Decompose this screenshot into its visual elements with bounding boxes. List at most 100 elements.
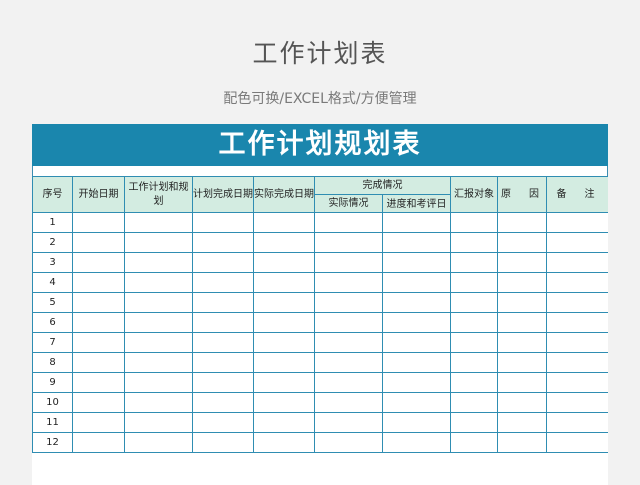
table-cell: [497, 232, 547, 253]
table-cell: [314, 312, 383, 333]
table-cell: [382, 412, 451, 433]
table-cell: [314, 272, 383, 293]
header-progress: 进度和考评日期: [386, 198, 447, 210]
table-cell: [192, 312, 254, 333]
header-plan: 工作计划和规划: [124, 176, 193, 213]
table-cell: [382, 272, 451, 293]
table-cell: [253, 432, 315, 453]
table-cell: [124, 432, 193, 453]
table-cell: [314, 212, 383, 233]
table-cell: [253, 292, 315, 313]
table-cell: [192, 372, 254, 393]
row-number: 2: [32, 232, 73, 253]
table-cell: [546, 292, 608, 313]
table-cell: [192, 392, 254, 413]
spreadsheet-preview: 工作计划规划表 序号 开始日期 工作计划和规划 计划完成日期 实际完成日期 完成…: [32, 124, 608, 485]
table-cell: [497, 252, 547, 273]
table-cell: [253, 272, 315, 293]
table-cell: [382, 292, 451, 313]
table-cell: [382, 252, 451, 273]
header-reason: 原 因: [497, 176, 547, 213]
table-cell: [72, 232, 125, 253]
table-cell: [253, 332, 315, 353]
table-cell: [124, 252, 193, 273]
row-number: 4: [32, 272, 73, 293]
table-cell: [124, 332, 193, 353]
table-cell: [450, 272, 498, 293]
table-cell: [192, 212, 254, 233]
table-cell: [192, 412, 254, 433]
banner-spacer-row: [32, 166, 608, 176]
table-cell: [253, 232, 315, 253]
table-cell: [314, 292, 383, 313]
header-plan-done-date: 计划完成日期: [192, 176, 254, 213]
table-row: 2: [32, 232, 608, 253]
header-actual-status: 实际情况: [314, 194, 383, 213]
table-cell: [253, 392, 315, 413]
header-progress-cell: 进度和考评日期: [382, 194, 451, 213]
row-number: 6: [32, 312, 73, 333]
table-cell: [72, 252, 125, 273]
table-cell: [497, 372, 547, 393]
table-row: 8: [32, 352, 608, 373]
row-number: 10: [32, 392, 73, 413]
table-cell: [450, 372, 498, 393]
table-cell: [314, 232, 383, 253]
header-actual-done-date: 实际完成日期: [253, 176, 315, 213]
row-number: 11: [32, 412, 73, 433]
table-cell: [450, 352, 498, 373]
table-cell: [72, 332, 125, 353]
table-cell: [192, 272, 254, 293]
table-cell: [314, 372, 383, 393]
table-cell: [497, 212, 547, 233]
header-start-date: 开始日期: [72, 176, 125, 213]
table-cell: [497, 352, 547, 373]
table-row: 5: [32, 292, 608, 313]
table-cell: [72, 352, 125, 373]
table-cell: [124, 312, 193, 333]
sheet-banner-title: 工作计划规划表: [32, 124, 608, 166]
table-cell: [546, 412, 608, 433]
table-cell: [124, 372, 193, 393]
table-cell: [382, 432, 451, 453]
row-number: 7: [32, 332, 73, 353]
page-title: 工作计划表: [252, 39, 388, 68]
table-cell: [72, 392, 125, 413]
table-cell: [192, 232, 254, 253]
table-cell: [124, 352, 193, 373]
table-cell: [497, 412, 547, 433]
table-cell: [382, 372, 451, 393]
table-cell: [192, 252, 254, 273]
table-cell: [546, 252, 608, 273]
table-cell: [546, 372, 608, 393]
table-cell: [72, 212, 125, 233]
table-cell: [314, 432, 383, 453]
table-row: 9: [32, 372, 608, 393]
table-cell: [253, 212, 315, 233]
table-cell: [450, 252, 498, 273]
table-cell: [314, 252, 383, 273]
table-cell: [497, 392, 547, 413]
table-cell: [124, 392, 193, 413]
table-cell: [124, 292, 193, 313]
table-cell: [546, 232, 608, 253]
row-number: 12: [32, 432, 73, 453]
header-completion: 完成情况: [314, 176, 451, 195]
table-row: 10: [32, 392, 608, 413]
table-row: 6: [32, 312, 608, 333]
table-cell: [253, 352, 315, 373]
row-number: 3: [32, 252, 73, 273]
header-seq: 序号: [32, 176, 73, 213]
page-subtitle: 配色可换/EXCEL格式/方便管理: [223, 91, 417, 107]
table-cell: [382, 232, 451, 253]
table-cell: [124, 272, 193, 293]
table-cell: [382, 352, 451, 373]
row-number: 9: [32, 372, 73, 393]
table-cell: [382, 392, 451, 413]
table-cell: [450, 232, 498, 253]
table-cell: [314, 352, 383, 373]
table-cell: [124, 212, 193, 233]
table-row: 7: [32, 332, 608, 353]
table-cell: [497, 272, 547, 293]
table-row: 12: [32, 432, 608, 453]
